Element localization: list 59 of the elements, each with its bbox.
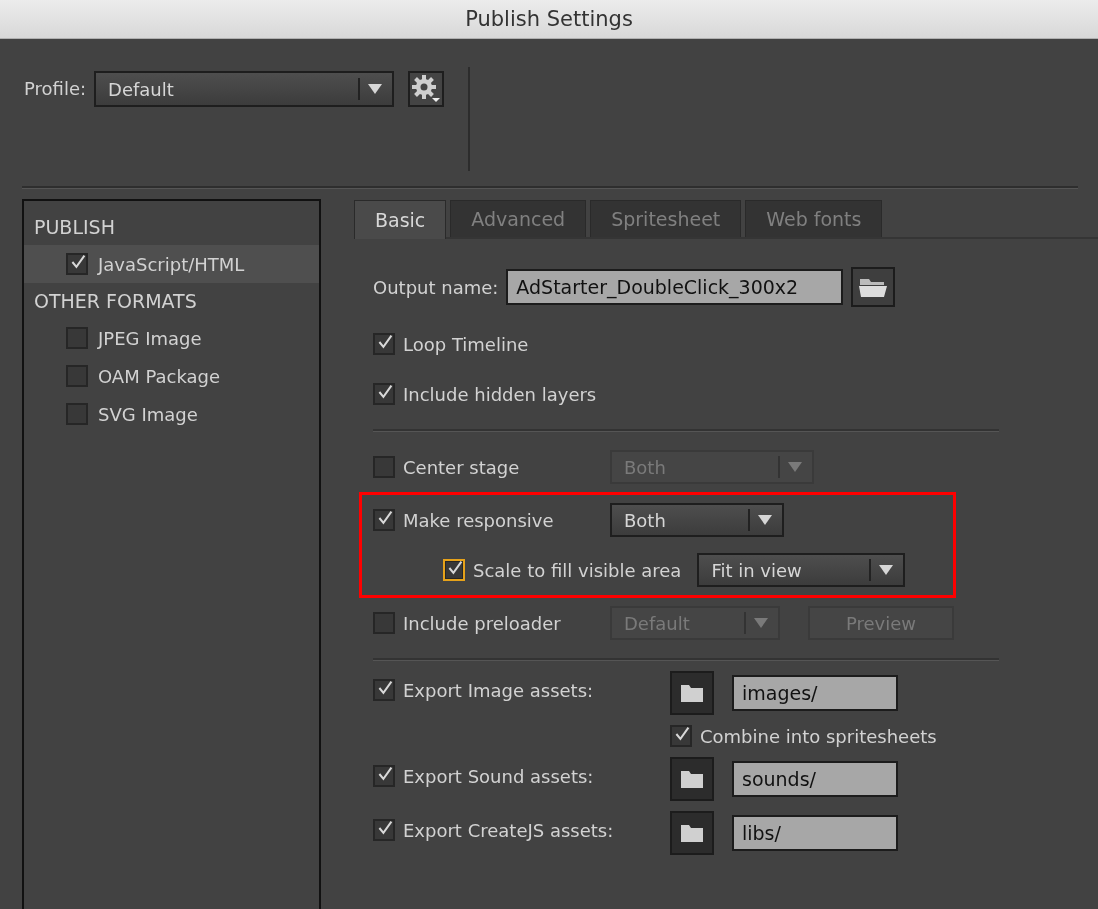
folder-icon	[679, 682, 705, 704]
path-field[interactable]: images/	[732, 675, 898, 711]
section-heading: PUBLISH	[33, 215, 116, 240]
settings-icon	[411, 74, 442, 104]
checkbox[interactable]	[373, 456, 395, 478]
checkbox-label: Export CreateJS assets:	[403, 819, 614, 841]
checkbox-label: Center stage	[403, 456, 520, 478]
checkbox-label: Make responsive	[403, 509, 554, 531]
caret-icon	[754, 618, 768, 628]
window-title: Publish Settings	[465, 7, 633, 31]
checkbox[interactable]	[443, 559, 465, 581]
checkbox-label: Include hidden layers	[403, 383, 597, 405]
path-field[interactable]: libs/	[732, 815, 898, 851]
folder-button[interactable]	[670, 671, 714, 715]
format-label: OAM Package	[98, 365, 221, 387]
sidebar-item[interactable]: SVG Image	[24, 395, 319, 433]
checkbox[interactable]	[373, 679, 395, 701]
profile-dropdown[interactable]: Default	[94, 71, 395, 107]
caret-icon	[758, 515, 772, 525]
checkbox[interactable]	[373, 383, 395, 405]
checkbox-label: Export Sound assets:	[403, 765, 594, 787]
sidebar-item[interactable]: OAM Package	[24, 357, 319, 395]
checkbox-label: Export Image assets:	[403, 679, 594, 701]
checkbox-label: Scale to fill visible area	[473, 559, 682, 581]
format-label: JPEG Image	[98, 327, 202, 349]
output-name-field[interactable]: AdStarter_DoubleClick_300x2	[506, 269, 844, 305]
checkbox[interactable]	[373, 333, 395, 355]
profile-label: Profile:	[24, 78, 87, 99]
checkbox[interactable]	[373, 509, 395, 531]
checkbox-label: Include preloader	[403, 612, 561, 634]
caret-icon	[788, 462, 802, 472]
dropdown[interactable]: Fit in view	[697, 553, 906, 587]
caret-icon	[368, 84, 383, 94]
checkbox[interactable]	[373, 819, 395, 841]
caret-icon	[879, 565, 894, 575]
section-heading: OTHER FORMATS	[33, 289, 198, 314]
checkbox-label: Combine into spritesheets	[700, 725, 937, 747]
folder-icon	[679, 822, 705, 844]
browse-button[interactable]	[851, 267, 896, 307]
checkbox[interactable]	[66, 365, 88, 387]
folder-button[interactable]	[670, 811, 714, 855]
settings-button[interactable]	[408, 71, 445, 107]
format-label: JavaScript/HTML	[98, 253, 245, 275]
dropdown[interactable]: Both	[610, 503, 784, 537]
checkbox[interactable]	[670, 725, 692, 747]
checkbox[interactable]	[373, 612, 395, 634]
sidebar-item[interactable]: JavaScript/HTML	[24, 245, 319, 283]
folder-button[interactable]	[670, 757, 714, 801]
checkbox-label: Loop Timeline	[403, 333, 529, 355]
checkbox[interactable]	[373, 765, 395, 787]
checkbox[interactable]	[66, 403, 88, 425]
checkbox[interactable]	[66, 327, 88, 349]
tab[interactable]: Basic	[354, 200, 447, 239]
folder-icon	[679, 768, 705, 790]
sidebar-item[interactable]: JPEG Image	[24, 319, 319, 357]
format-label: SVG Image	[98, 403, 198, 425]
path-field[interactable]: sounds/	[732, 761, 898, 797]
output-name-label: Output name:	[373, 276, 499, 298]
checkbox[interactable]	[66, 253, 88, 275]
